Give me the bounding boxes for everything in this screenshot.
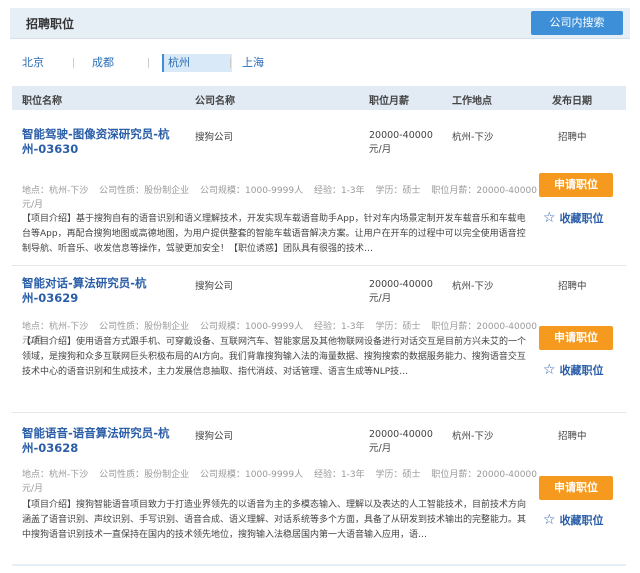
favorite-button[interactable]: ☆ 收藏职位 xyxy=(543,210,604,226)
job-company: 搜狗公司 xyxy=(195,281,234,292)
meta-experience: 经验：1-3年 xyxy=(313,322,365,332)
city-divider xyxy=(73,58,74,68)
job-salary: 20000-40000元/月 xyxy=(369,429,433,454)
meta-experience: 经验：1-3年 xyxy=(313,470,365,480)
top-bar: 招聘职位 公司内搜索 xyxy=(10,8,630,39)
city-divider xyxy=(230,58,231,68)
meta-experience: 经验：1-3年 xyxy=(313,186,365,196)
page-title: 招聘职位 xyxy=(26,17,75,31)
job-salary: 20000-40000元/月 xyxy=(369,130,433,155)
job-listing: 智能语音-语音算法研究员-杭州-03628 搜狗公司 20000-40000元/… xyxy=(12,426,626,562)
city-divider xyxy=(148,58,149,68)
favorite-button[interactable]: ☆ 收藏职位 xyxy=(543,512,604,528)
job-listing: 智能驾驶-图像资深研究员-杭州-03630 搜狗公司 20000-40000元/… xyxy=(12,127,626,263)
job-title-link[interactable]: 智能驾驶-图像资深研究员-杭州-03630 xyxy=(22,127,182,157)
city-tab-beijing[interactable]: 北京 xyxy=(18,54,48,72)
job-status: 招聘中 xyxy=(558,132,587,143)
job-status: 招聘中 xyxy=(558,431,587,442)
company-search-button[interactable]: 公司内搜索 xyxy=(531,11,623,35)
header-location: 工作地点 xyxy=(452,96,492,107)
job-title-link[interactable]: 智能对话-算法研究员-杭州-03629 xyxy=(22,276,182,306)
meta-nature: 公司性质：股份制企业 xyxy=(99,470,190,480)
meta-education: 学历：硕士 xyxy=(375,322,421,332)
job-company: 搜狗公司 xyxy=(195,132,234,143)
meta-size: 公司规模：1000-9999人 xyxy=(200,470,304,480)
meta-size: 公司规模：1000-9999人 xyxy=(200,186,304,196)
job-salary: 20000-40000元/月 xyxy=(369,279,433,304)
job-status: 招聘中 xyxy=(558,281,587,292)
star-icon: ☆ xyxy=(543,362,556,378)
meta-location: 地点：杭州-下沙 xyxy=(22,470,89,480)
meta-nature: 公司性质：股份制企业 xyxy=(99,322,190,332)
city-tab-shanghai[interactable]: 上海 xyxy=(238,54,268,72)
meta-location: 地点：杭州-下沙 xyxy=(22,322,89,332)
favorite-label: 收藏职位 xyxy=(559,212,604,225)
meta-size: 公司规模：1000-9999人 xyxy=(200,322,304,332)
meta-nature: 公司性质：股份制企业 xyxy=(99,186,190,196)
favorite-button[interactable]: ☆ 收藏职位 xyxy=(543,362,604,378)
star-icon: ☆ xyxy=(543,512,556,528)
meta-education: 学历：硕士 xyxy=(375,186,421,196)
job-title-link[interactable]: 智能语音-语音算法研究员-杭州-03628 xyxy=(22,426,182,456)
row-divider xyxy=(12,265,626,266)
bottom-border xyxy=(12,564,626,566)
header-salary: 职位月薪 xyxy=(369,96,409,107)
header-job-name: 职位名称 xyxy=(22,96,62,107)
job-description: 【项目介绍】使用语音方式跟手机、可穿戴设备、互联网汽车、智能家居及其他物联网设备… xyxy=(22,337,527,377)
job-meta: 地点：杭州-下沙 公司性质：股份制企业 公司规模：1000-9999人 经验：1… xyxy=(22,468,542,496)
favorite-label: 收藏职位 xyxy=(559,364,604,377)
favorite-label: 收藏职位 xyxy=(559,514,604,527)
apply-button[interactable]: 申请职位 xyxy=(539,326,613,350)
job-meta: 地点：杭州-下沙 公司性质：股份制企业 公司规模：1000-9999人 经验：1… xyxy=(22,184,542,212)
apply-button[interactable]: 申请职位 xyxy=(539,476,613,500)
city-tab-chengdu[interactable]: 成都 xyxy=(88,54,118,72)
meta-education: 学历：硕士 xyxy=(375,470,421,480)
city-filter: 北京 成都 杭州 上海 xyxy=(18,54,618,74)
job-company: 搜狗公司 xyxy=(195,431,234,442)
job-description: 【项目介绍】基于搜狗自有的语音识别和语义理解技术，开发实现车载语音助手App，针… xyxy=(22,214,526,254)
meta-location: 地点：杭州-下沙 xyxy=(22,186,89,196)
job-listing: 智能对话-算法研究员-杭州-03629 搜狗公司 20000-40000元/月 … xyxy=(12,276,626,402)
job-description: 【项目介绍】搜狗智能语音项目致力于打造业界领先的以语音为主的多模态输入、理解以及… xyxy=(22,500,527,540)
row-divider xyxy=(12,412,626,413)
header-company: 公司名称 xyxy=(195,96,235,107)
city-tab-hangzhou[interactable]: 杭州 xyxy=(162,54,232,72)
star-icon: ☆ xyxy=(543,210,556,226)
apply-button[interactable]: 申请职位 xyxy=(539,173,613,197)
job-location: 杭州-下沙 xyxy=(452,281,494,292)
job-location: 杭州-下沙 xyxy=(452,132,494,143)
header-date: 发布日期 xyxy=(552,96,592,107)
table-header: 职位名称 公司名称 职位月薪 工作地点 发布日期 xyxy=(12,86,626,110)
job-location: 杭州-下沙 xyxy=(452,431,494,442)
